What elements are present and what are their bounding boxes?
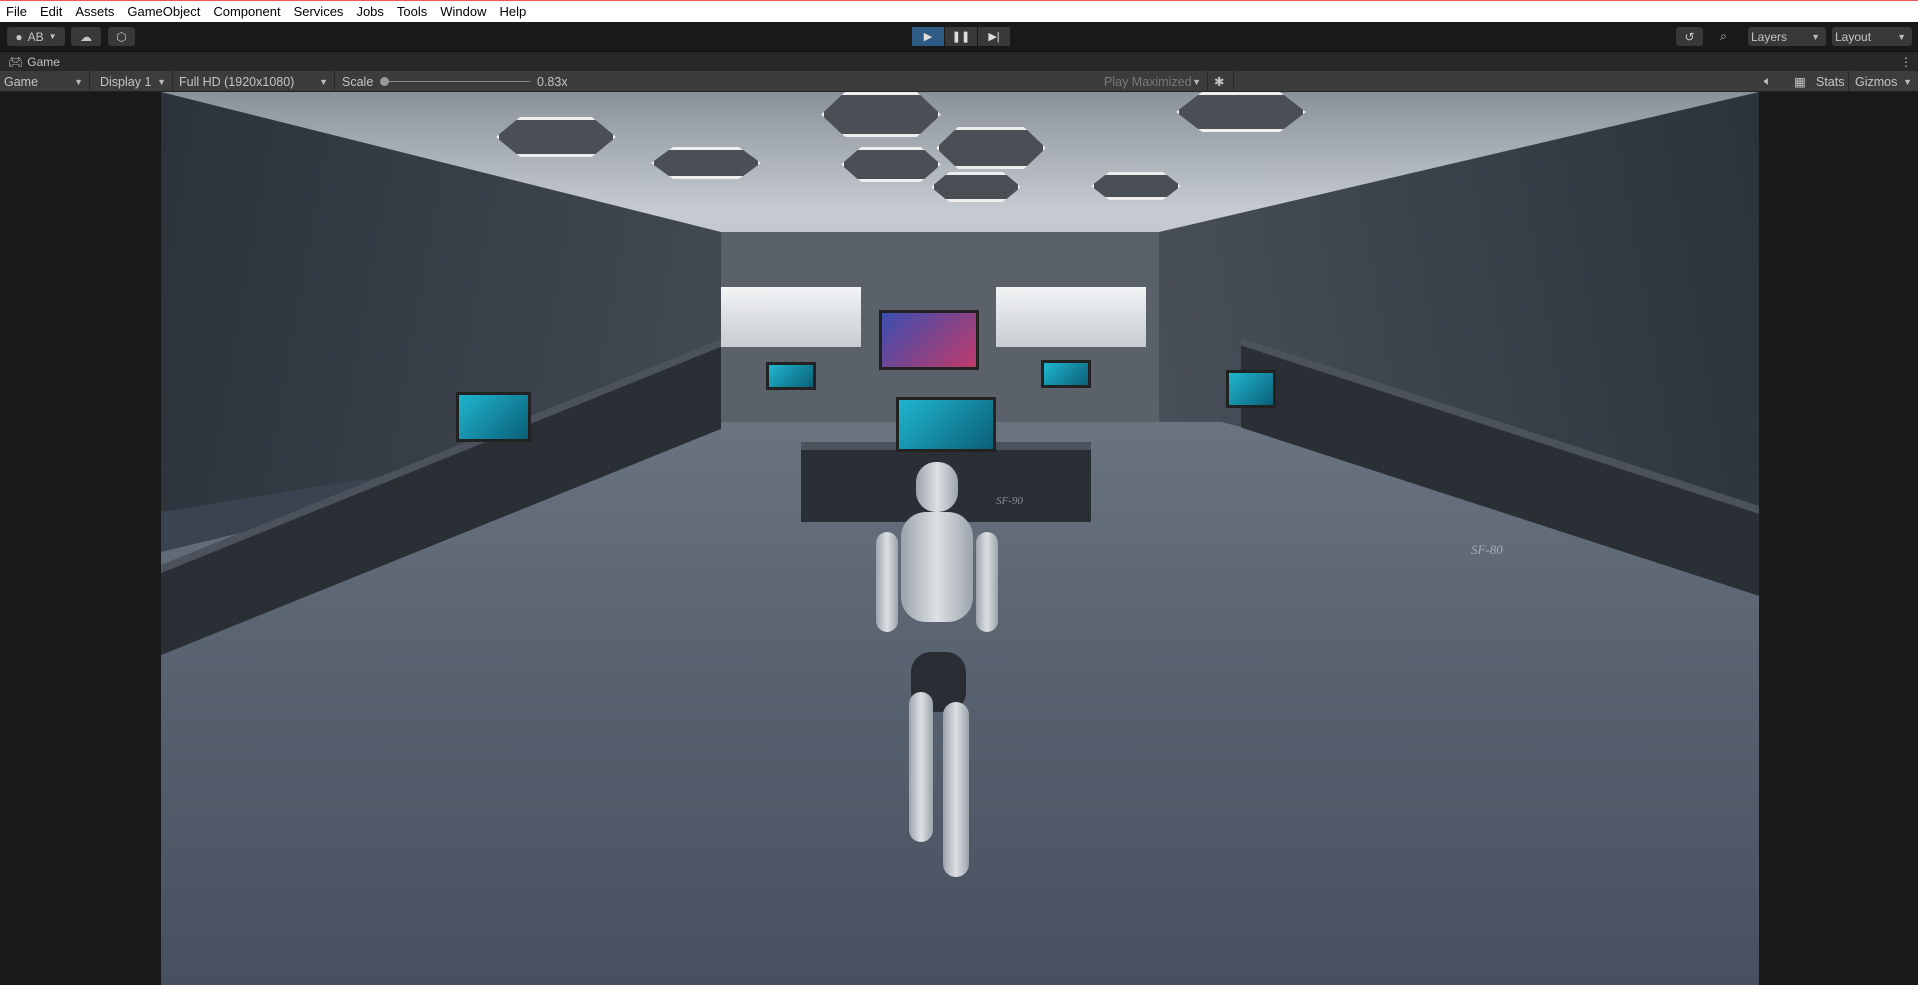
speaker-icon: 🔈︎ (1764, 74, 1772, 88)
chevron-down-icon: ▼ (1903, 76, 1912, 87)
menu-services[interactable]: Services (294, 4, 344, 19)
step-icon: ▶| (988, 31, 1000, 43)
gizmos-label: Gizmos (1855, 74, 1898, 89)
account-label: AB (27, 29, 44, 44)
chevron-down-icon: ▼ (1811, 31, 1820, 42)
history-button[interactable]: ↺ (1676, 27, 1703, 46)
cloud-icon: ☁ (80, 29, 92, 44)
menu-jobs[interactable]: Jobs (356, 4, 383, 19)
chevron-down-icon: ▼ (157, 76, 166, 87)
scale-label: Scale (342, 74, 374, 89)
monitor (766, 362, 816, 390)
menu-assets[interactable]: Assets (75, 4, 114, 19)
game-mode-label: Game (4, 74, 39, 89)
game-view-toolbar: Game ▼ Display 1 ▼ Full HD (1920x1080) ▼ Sc… (0, 71, 1918, 92)
menu-bar: File Edit Assets GameObject Component Se… (0, 0, 1918, 22)
scale-slider-thumb[interactable] (380, 77, 389, 86)
search-button[interactable]: ⌕ (1710, 27, 1737, 46)
ceiling-light (841, 147, 941, 182)
robot-character (876, 462, 998, 882)
gamepad-icon: 🎮︎ (8, 54, 24, 69)
play-mode-dropdown[interactable]: Play Maximized ▼ (1100, 71, 1208, 92)
stats-label: Stats (1816, 74, 1845, 89)
menu-component[interactable]: Component (213, 4, 280, 19)
game-viewport[interactable]: SF-80 SF-90 (161, 92, 1759, 985)
grid-icon: ▦ (1794, 75, 1806, 89)
play-mode-label: Play Maximized (1104, 74, 1192, 89)
chevron-down-icon: ▼ (1897, 31, 1906, 42)
stats-button[interactable]: Stats (1812, 71, 1849, 92)
hexagon-icon: ⬡ (116, 29, 127, 44)
collab-button[interactable]: ⬡ (108, 27, 135, 46)
cloud-button[interactable]: ☁ (71, 27, 101, 46)
pause-button[interactable]: ❚❚ (945, 27, 977, 46)
display-label: Display 1 (100, 74, 152, 89)
play-button[interactable]: ▶ (912, 27, 944, 46)
ceiling-light (1091, 172, 1181, 200)
menu-file[interactable]: File (6, 4, 27, 19)
monitor (896, 397, 996, 452)
resolution-label: Full HD (1920x1080) (179, 74, 295, 89)
scale-value: 0.83x (537, 74, 568, 89)
ceiling-light (1176, 92, 1306, 132)
menu-help[interactable]: Help (500, 4, 527, 19)
account-dropdown[interactable]: ● AB ▼ (7, 27, 65, 46)
menu-window[interactable]: Window (440, 4, 486, 19)
tab-game[interactable]: Game (27, 55, 60, 69)
more-options-icon[interactable]: ⋮ (1900, 55, 1912, 69)
monitor (1041, 360, 1091, 388)
layers-label: Layers (1751, 29, 1788, 44)
layout-dropdown[interactable]: Layout ▼ (1832, 27, 1912, 46)
ceiling-light (931, 172, 1021, 202)
window (996, 287, 1146, 347)
ceiling-light (821, 92, 941, 137)
desk-label: SF-80 (1471, 542, 1503, 557)
menu-tools[interactable]: Tools (397, 4, 427, 19)
menu-gameobject[interactable]: GameObject (127, 4, 200, 19)
search-icon: ⌕ (1720, 29, 1727, 43)
chevron-down-icon: ▼ (74, 76, 83, 87)
chevron-down-icon: ▼ (48, 32, 57, 41)
monitor (456, 392, 531, 442)
monitor (1226, 370, 1276, 408)
mute-audio-button[interactable]: 🔈︎ (1760, 71, 1782, 92)
menu-edit[interactable]: Edit (40, 4, 62, 19)
main-toolbar: ● AB ▼ ☁ ⬡ ▶ ❚❚ ▶| ↺ ⌕ Layers ▼ Layout ▼ (0, 22, 1918, 51)
scale-control: Scale 0.83x (338, 71, 578, 92)
debug-button[interactable]: ✱ (1210, 71, 1234, 92)
layout-label: Layout (1835, 29, 1872, 44)
wall-display (879, 310, 979, 370)
history-icon: ↺ (1684, 29, 1695, 44)
play-icon: ▶ (923, 31, 933, 43)
ceiling-light (496, 117, 616, 157)
bug-icon: ✱ (1214, 75, 1225, 89)
pause-icon: ❚❚ (951, 31, 971, 43)
display-dropdown[interactable]: Display 1 ▼ (96, 71, 173, 92)
layers-dropdown[interactable]: Layers ▼ (1748, 27, 1826, 46)
resolution-dropdown[interactable]: Full HD (1920x1080) ▼ (175, 71, 335, 92)
chevron-down-icon: ▼ (319, 76, 328, 87)
gizmos-dropdown[interactable]: Gizmos ▼ (1851, 71, 1918, 92)
game-tab-bar: 🎮︎ Game ⋮ (0, 51, 1918, 71)
scale-slider[interactable] (380, 77, 530, 86)
game-mode-dropdown[interactable]: Game ▼ (0, 71, 90, 92)
ceiling-light (936, 127, 1046, 169)
step-button[interactable]: ▶| (978, 27, 1010, 46)
ceiling-light (651, 147, 761, 179)
chevron-down-icon: ▼ (1192, 76, 1201, 87)
desk-label: SF-90 (996, 495, 1023, 507)
keyboard-shortcuts-button[interactable]: ▦ (1790, 71, 1812, 92)
account-icon: ● (15, 29, 23, 44)
window (701, 287, 861, 347)
